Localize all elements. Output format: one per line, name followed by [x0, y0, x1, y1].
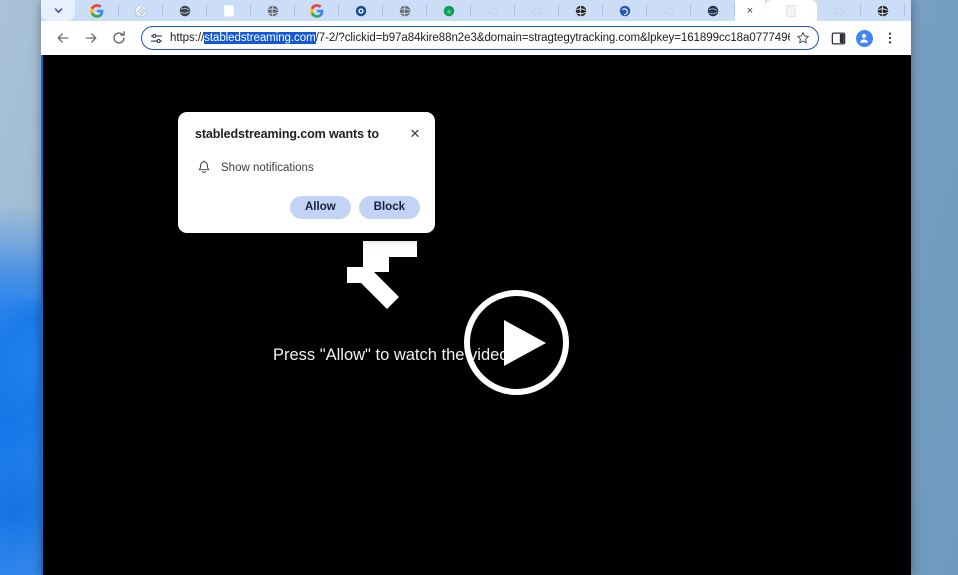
browser-tab[interactable] [207, 0, 251, 21]
reload-icon [113, 31, 125, 44]
person-icon [859, 33, 869, 43]
url-host-highlighted: stabledstreaming.com [204, 32, 316, 44]
block-button[interactable]: Block [358, 195, 420, 219]
blue-swirl-icon [619, 5, 631, 16]
dialog-actions: Allow Block [290, 195, 420, 219]
site-settings-icon[interactable] [150, 32, 163, 45]
dialog-close-button[interactable]: ✕ [408, 126, 422, 140]
browser-tab[interactable] [817, 0, 861, 21]
browser-tab[interactable] [647, 0, 691, 21]
pale-cloud-icon [834, 6, 845, 14]
back-button[interactable] [49, 24, 77, 52]
google-icon [90, 3, 104, 18]
browser-tab[interactable] [295, 0, 339, 21]
black-globe-icon [877, 5, 889, 16]
browser-tab[interactable] [75, 0, 119, 21]
browser-tab-active[interactable] [765, 0, 817, 21]
browser-tab[interactable] [691, 0, 735, 21]
pale-cloud-icon [532, 6, 543, 14]
tabs-row: n × [75, 0, 911, 21]
allow-button[interactable]: Allow [290, 195, 351, 219]
grey-globe-icon [399, 5, 411, 16]
browser-tab[interactable] [861, 0, 905, 21]
blue-dark-globe-icon [707, 5, 719, 16]
browser-tab[interactable] [119, 0, 163, 21]
profile-avatar-icon [855, 29, 873, 47]
back-arrow-icon [57, 33, 69, 43]
grey-globe-icon [267, 5, 279, 16]
url-path: /7-2/?clickid=b97a84kire88n2e3&domain=st… [315, 32, 790, 44]
arrow-cursor-icon [341, 231, 421, 313]
browser-tab[interactable] [339, 0, 383, 21]
url-scheme: https:// [170, 32, 205, 44]
blue-globe-icon [355, 5, 367, 16]
browser-toolbar: https://stabledstreaming.com/7-2/?clicki… [41, 21, 911, 55]
tune-sliders-icon [150, 33, 163, 43]
side-panel-button[interactable] [825, 25, 851, 51]
google-icon [310, 3, 324, 18]
dark-globe-icon [179, 5, 191, 16]
pale-cloud-icon [488, 6, 499, 14]
reload-button[interactable] [105, 24, 133, 52]
browser-tab[interactable]: n [427, 0, 471, 21]
browser-tab[interactable] [383, 0, 427, 21]
bookmark-star-icon [797, 32, 809, 44]
green-badge-icon: n [443, 5, 455, 16]
browser-tab[interactable] [163, 0, 207, 21]
blank-page-icon [786, 4, 796, 17]
profile-button[interactable] [851, 25, 877, 51]
bell-icon [198, 160, 210, 173]
chrome-menu-button[interactable] [877, 25, 903, 51]
dialog-title: stabledstreaming.com wants to [195, 127, 379, 141]
bookmark-button[interactable] [794, 29, 812, 47]
page-viewport: Press "Allow" to watch the video stabled… [41, 55, 911, 575]
browser-tab[interactable] [603, 0, 647, 21]
notification-permission-dialog: stabledstreaming.com wants to ✕ Show not… [178, 112, 435, 233]
side-panel-icon [831, 32, 845, 44]
browser-tab[interactable] [515, 0, 559, 21]
permission-row: Show notifications [195, 160, 419, 175]
browser-tab[interactable] [251, 0, 295, 21]
svg-text:n: n [447, 9, 450, 15]
three-dot-menu-icon [888, 32, 892, 44]
browser-window: n × https://stabledstreaming.com/7-2/?cl… [41, 0, 911, 575]
url-text[interactable]: https://stabledstreaming.com/7-2/?clicki… [170, 32, 790, 44]
address-bar[interactable]: https://stabledstreaming.com/7-2/?clicki… [141, 26, 819, 50]
tab-strip: n × [41, 0, 911, 21]
striped-circle-icon [134, 4, 148, 17]
browser-tab[interactable] [905, 0, 911, 21]
browser-tab[interactable] [471, 0, 515, 21]
blank-page-icon [224, 4, 234, 17]
play-triangle-icon [504, 320, 546, 366]
browser-tab[interactable] [559, 0, 603, 21]
chevron-down-icon [54, 8, 62, 14]
permission-label: Show notifications [221, 161, 314, 174]
forward-button[interactable] [77, 24, 105, 52]
forward-arrow-icon [85, 33, 97, 43]
play-circle-icon[interactable] [464, 290, 569, 395]
page-left-accent-bar [41, 55, 43, 575]
tab-search-button[interactable] [41, 0, 75, 21]
tab-close-button[interactable]: × [735, 0, 765, 21]
pale-cloud-icon [664, 6, 675, 14]
black-globe-icon [575, 5, 587, 16]
